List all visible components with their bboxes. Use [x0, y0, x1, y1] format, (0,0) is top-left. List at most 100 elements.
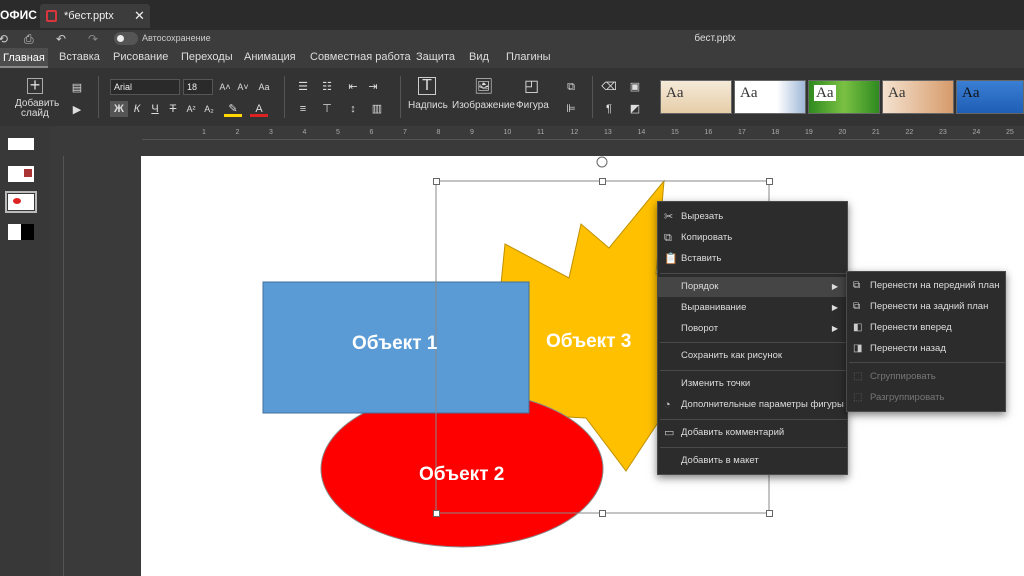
- menu-item-paste[interactable]: 📋 Вставить: [658, 249, 847, 269]
- increase-indent-icon[interactable]: ⇥: [364, 79, 382, 95]
- strikethrough-button[interactable]: Т: [164, 101, 182, 117]
- slide-thumbnail-4[interactable]: [8, 224, 34, 240]
- resize-handle-s[interactable]: [599, 510, 606, 517]
- font-color-icon[interactable]: A: [250, 101, 268, 117]
- align-shapes-icon[interactable]: ⊫: [562, 101, 580, 117]
- theme-1-text: Aa: [666, 85, 684, 101]
- add-slide-icon[interactable]: +: [27, 76, 43, 94]
- bring-to-front-icon: ⧉: [853, 280, 861, 291]
- submenu-bring-to-front[interactable]: ⧉ Перенести на передний план: [847, 276, 1005, 296]
- italic-button[interactable]: К: [128, 101, 146, 117]
- slide-thumbnail-2[interactable]: [8, 166, 34, 182]
- resize-handle-n[interactable]: [599, 178, 606, 185]
- slide-thumbnail-3[interactable]: [5, 191, 37, 213]
- decrease-indent-icon[interactable]: ⇤: [344, 79, 362, 95]
- decrease-font-icon[interactable]: A˅: [234, 79, 252, 95]
- textbox-label[interactable]: Надпись: [408, 100, 448, 111]
- thumbnail-image: [24, 169, 32, 177]
- undo-icon[interactable]: ↶: [56, 32, 66, 46]
- menu-item-shape-settings[interactable]: ◔ Дополнительные параметры фигуры: [658, 395, 847, 415]
- superscript-icon[interactable]: A²: [182, 101, 200, 117]
- tab-collaboration[interactable]: Совместная работа: [310, 51, 411, 63]
- resize-handle-sw[interactable]: [433, 510, 440, 517]
- line-spacing-icon[interactable]: ↕: [344, 101, 362, 117]
- add-slide-label-2[interactable]: слайд: [21, 108, 49, 119]
- underline-button[interactable]: Ч: [146, 101, 164, 117]
- tab-animation[interactable]: Анимация: [244, 51, 296, 63]
- image-icon[interactable]: 🖼: [474, 77, 493, 95]
- title-bar: ОФИС *бест.pptx ✕: [0, 0, 1024, 30]
- background-icon[interactable]: ◩: [626, 101, 644, 117]
- menu-item-cut[interactable]: ✂ Вырезать: [658, 207, 847, 227]
- menu-item-order[interactable]: Порядок ▶: [658, 277, 847, 297]
- layout-icon[interactable]: ▤: [68, 80, 86, 96]
- resize-handle-nw[interactable]: [433, 178, 440, 185]
- submenu-send-backward-label: Перенести назад: [870, 343, 946, 354]
- menu-item-align[interactable]: Выравнивание ▶: [658, 298, 847, 318]
- autosave-toggle[interactable]: [114, 32, 138, 45]
- submenu-arrow-icon: ▶: [831, 303, 838, 312]
- ruler-number: 7: [403, 129, 407, 136]
- theme-2[interactable]: Aa: [734, 80, 806, 114]
- rotate-handle[interactable]: [596, 156, 608, 168]
- vertical-align-icon[interactable]: ⊤: [318, 101, 336, 117]
- print-icon[interactable]: ⎙: [24, 32, 34, 47]
- theme-4[interactable]: Aa: [882, 80, 954, 114]
- separator: [98, 76, 99, 118]
- tab-draw[interactable]: Рисование: [113, 51, 168, 63]
- close-tab-icon[interactable]: ✕: [134, 8, 145, 24]
- theme-1[interactable]: Aa: [660, 80, 732, 114]
- textbox-icon[interactable]: T: [418, 77, 436, 95]
- highlight-color-icon[interactable]: ✎: [224, 101, 242, 117]
- increase-font-icon[interactable]: A˄: [216, 79, 234, 95]
- menu-item-add-to-layout[interactable]: Добавить в макет: [658, 451, 847, 471]
- submenu-send-to-back[interactable]: ⧉ Перенести на задний план: [847, 297, 1005, 317]
- thumbnail-shapes: [13, 198, 21, 204]
- slide-thumbnail-1[interactable]: [8, 138, 34, 150]
- tab-plugins[interactable]: Плагины: [506, 51, 551, 63]
- tab-protection[interactable]: Защита: [416, 51, 455, 63]
- theme-5[interactable]: Aa: [956, 80, 1024, 114]
- tab-view[interactable]: Вид: [469, 51, 489, 63]
- menu-item-rotate[interactable]: Поворот ▶: [658, 319, 847, 339]
- menu-item-edit-points[interactable]: Изменить точки: [658, 374, 847, 394]
- submenu-send-backward[interactable]: ◨ Перенести назад: [847, 339, 1005, 359]
- menu-item-save-as-image[interactable]: Сохранить как рисунок: [658, 346, 847, 366]
- resize-handle-ne[interactable]: [766, 178, 773, 185]
- shape-label[interactable]: Фигура: [516, 100, 549, 111]
- shape-icon[interactable]: ◰: [524, 76, 539, 96]
- send-to-back-icon: ⧉: [853, 301, 861, 312]
- tab-transitions[interactable]: Переходы: [181, 51, 233, 63]
- ruler-number: 24: [972, 129, 981, 136]
- ruler-number: 10: [503, 129, 512, 136]
- eraser-icon[interactable]: ⌫: [600, 79, 618, 95]
- format-painter-icon[interactable]: ¶: [600, 101, 618, 117]
- file-tab-name: *бест.pptx: [64, 10, 114, 22]
- change-case-icon[interactable]: Aa: [252, 79, 276, 95]
- menu-item-add-to-layout-label: Добавить в макет: [681, 455, 759, 466]
- tab-insert[interactable]: Вставка: [59, 51, 100, 63]
- numbering-icon[interactable]: ☷: [318, 79, 336, 95]
- horizontal-ruler: 1 2 3 4 5 6 7 8 9 10 11 12 13 14 15 16 17 18 19 20 21 22 23 24 2…: [142, 126, 1024, 140]
- font-size-select[interactable]: 18: [183, 79, 213, 95]
- align-icon[interactable]: ≡: [294, 101, 312, 117]
- theme-3[interactable]: Aa: [808, 80, 880, 114]
- bullets-icon[interactable]: ☰: [294, 79, 312, 95]
- menu-item-add-comment[interactable]: ▭ Добавить комментарий: [658, 423, 847, 443]
- slideshow-icon[interactable]: ▶: [68, 102, 86, 118]
- font-name-select[interactable]: Arial: [110, 79, 180, 95]
- submenu-bring-forward[interactable]: ◧ Перенести вперед: [847, 318, 1005, 338]
- image-label[interactable]: Изображение: [452, 100, 515, 111]
- tab-home[interactable]: Главная: [0, 48, 48, 68]
- slide-size-icon[interactable]: ▣: [626, 79, 644, 95]
- bold-button[interactable]: Ж: [110, 101, 128, 117]
- menu-item-copy[interactable]: ⧉ Копировать: [658, 228, 847, 248]
- columns-icon[interactable]: ▥: [368, 101, 386, 117]
- redo-icon[interactable]: ↷: [88, 32, 98, 46]
- menu-item-add-comment-label: Добавить комментарий: [681, 427, 785, 438]
- file-tab[interactable]: *бест.pptx ✕: [40, 4, 150, 28]
- subscript-icon[interactable]: A₂: [200, 101, 218, 117]
- arrange-icon[interactable]: ⧉: [562, 79, 580, 95]
- resize-handle-se[interactable]: [766, 510, 773, 517]
- save-icon[interactable]: ⟲: [0, 32, 8, 46]
